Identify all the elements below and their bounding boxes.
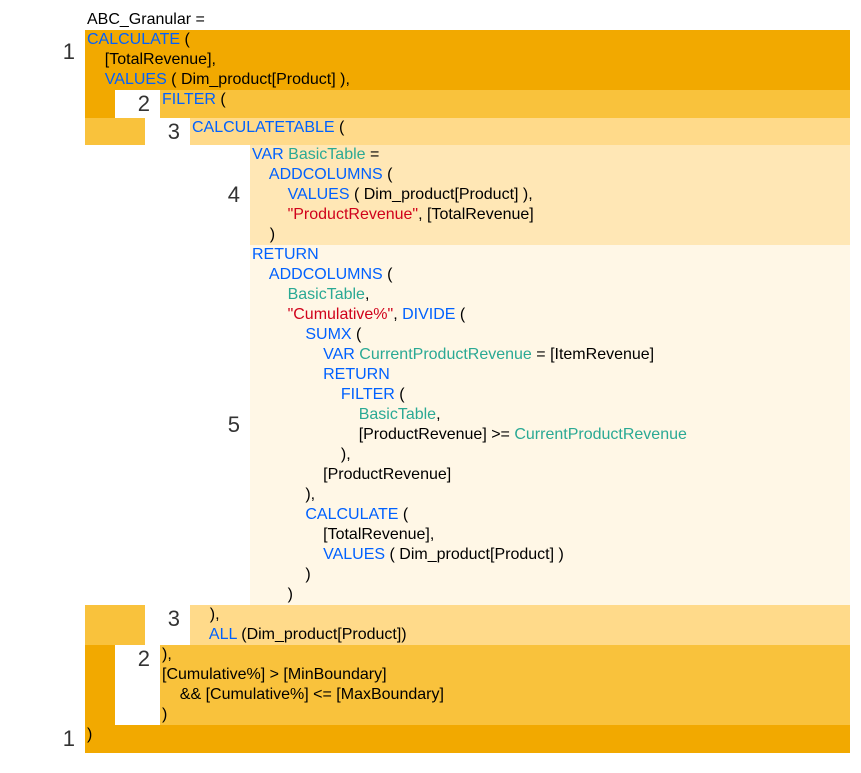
code-line: ) bbox=[250, 565, 850, 585]
code-line: RETURN bbox=[250, 365, 850, 385]
code-line: "ProductRevenue", [TotalRevenue] bbox=[250, 205, 850, 225]
code-line: ALL (Dim_product[Product]) bbox=[190, 625, 850, 645]
nest-label-2b: 2 bbox=[138, 646, 150, 671]
code-line: VAR CurrentProductRevenue = [ItemRevenue… bbox=[250, 345, 850, 365]
code-line: ), bbox=[250, 445, 850, 465]
code-line: ) bbox=[85, 725, 94, 753]
code-line: ADDCOLUMNS ( bbox=[250, 265, 850, 285]
nest-label-4: 4 bbox=[228, 181, 240, 209]
code-line: [Cumulative%] > [MinBoundary] bbox=[160, 665, 850, 685]
code-line: && [Cumulative%] <= [MaxBoundary] bbox=[160, 685, 850, 705]
code-line: CALCULATETABLE ( bbox=[190, 118, 850, 138]
code-line: ABC_Granular = bbox=[85, 10, 207, 30]
code-line: [ProductRevenue] bbox=[250, 465, 850, 485]
code-line: VALUES ( Dim_product[Product] ), bbox=[250, 185, 850, 205]
code-line: CALCULATE ( bbox=[250, 505, 850, 525]
code-line: "Cumulative%", DIVIDE ( bbox=[250, 305, 850, 325]
code-line: ), bbox=[160, 645, 850, 665]
code-line: [TotalRevenue], bbox=[250, 525, 850, 545]
code-line: CALCULATE ( bbox=[85, 30, 192, 50]
code-line: SUMX ( bbox=[250, 325, 850, 345]
code-line: BasicTable, bbox=[250, 285, 850, 305]
nest-label-5: 5 bbox=[228, 411, 240, 439]
code-line: FILTER ( bbox=[160, 90, 850, 110]
nest-label-1: 1 bbox=[63, 38, 75, 66]
code-line: VALUES ( Dim_product[Product] ) bbox=[250, 545, 850, 565]
code-line: ), bbox=[190, 605, 850, 625]
code-line: ) bbox=[250, 225, 850, 245]
code-line: VAR BasicTable = bbox=[250, 145, 850, 165]
code-line: [TotalRevenue], bbox=[85, 50, 218, 70]
code-line: BasicTable, bbox=[250, 405, 850, 425]
nest-label-2: 2 bbox=[138, 91, 150, 116]
dax-code-block: ABC_Granular = 1 CALCULATE ( [TotalReven… bbox=[10, 10, 850, 753]
code-line: VALUES ( Dim_product[Product] ), bbox=[85, 70, 352, 90]
nest-label-3: 3 bbox=[168, 119, 180, 144]
code-line: ADDCOLUMNS ( bbox=[250, 165, 850, 185]
code-line: RETURN bbox=[250, 245, 850, 265]
nest-label-3b: 3 bbox=[168, 606, 180, 631]
nest-label-1b: 1 bbox=[63, 726, 75, 751]
code-line: ) bbox=[160, 705, 850, 725]
code-line: FILTER ( bbox=[250, 385, 850, 405]
code-line: [ProductRevenue] >= CurrentProductRevenu… bbox=[250, 425, 850, 445]
code-line: ) bbox=[250, 585, 850, 605]
code-line: ), bbox=[250, 485, 850, 505]
